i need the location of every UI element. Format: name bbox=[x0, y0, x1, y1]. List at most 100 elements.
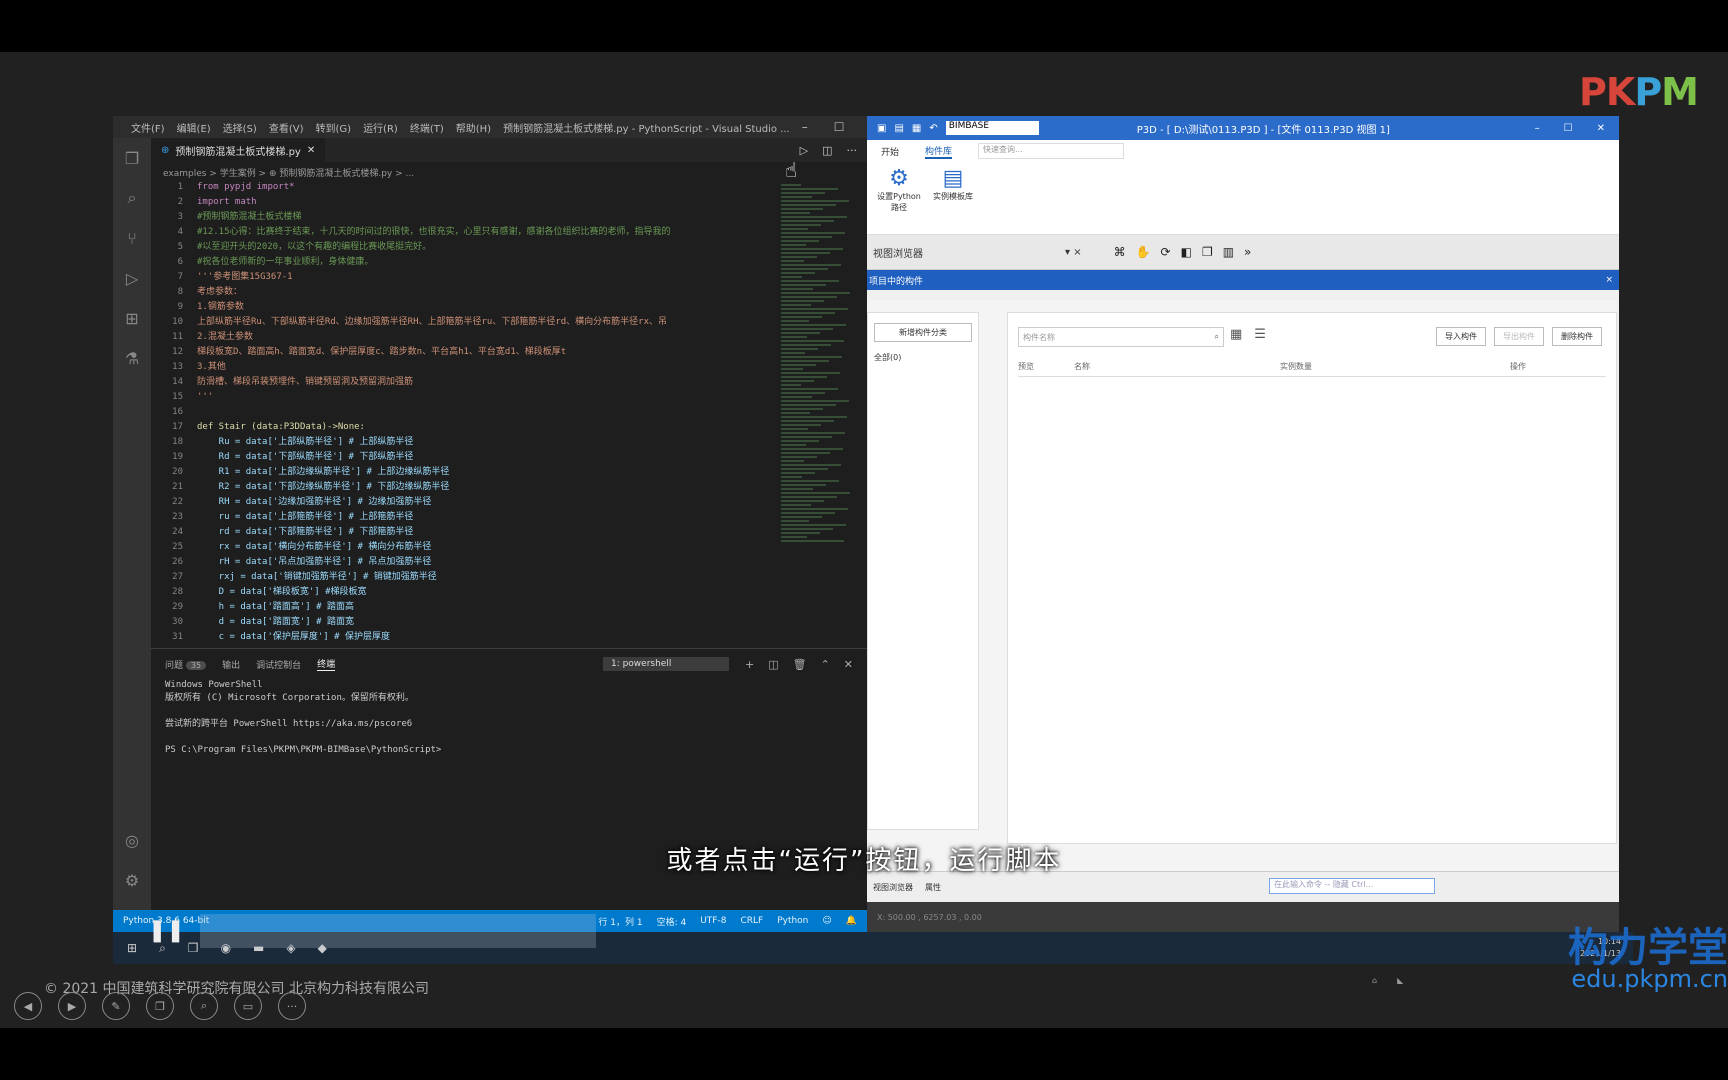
new-file-icon[interactable]: ▣ bbox=[877, 123, 886, 134]
pause-icon[interactable]: ❚❚ bbox=[148, 918, 185, 943]
indent-setting[interactable]: 空格: 4 bbox=[657, 915, 687, 928]
list-view-icon[interactable]: ☰ bbox=[1254, 327, 1266, 342]
run-debug-icon[interactable]: ▷ bbox=[113, 258, 151, 298]
breadcrumb[interactable]: examples > 学生案例 > ⊕ 预制钢筋混凝土板式楼梯.py > ... bbox=[163, 166, 414, 179]
quick-search-input[interactable]: 快速查询... bbox=[978, 143, 1125, 159]
trash-icon[interactable]: 🗑 bbox=[793, 658, 807, 671]
windows-start-icon[interactable]: ⊞ bbox=[127, 941, 137, 955]
code-line[interactable]: 18 Ru = data['上部纵筋半径'] # 上部纵筋半径 bbox=[151, 435, 745, 450]
explorer-icon[interactable]: ❐ bbox=[113, 138, 151, 178]
previous-icon[interactable]: ◀ bbox=[14, 992, 42, 1020]
copy-view-icon[interactable]: ❐ bbox=[1202, 245, 1213, 259]
line-ending[interactable]: CRLF bbox=[740, 916, 763, 926]
new-category-button[interactable]: 新增构件分类 bbox=[874, 323, 972, 342]
run-button[interactable]: ▷ bbox=[800, 144, 808, 157]
tab-output[interactable]: 输出 bbox=[222, 658, 240, 671]
menu-terminal[interactable]: 终端(T) bbox=[410, 120, 444, 135]
code-line[interactable]: 15 ''' bbox=[151, 390, 745, 405]
testing-icon[interactable]: ⚗ bbox=[113, 338, 151, 378]
code-line[interactable]: 23 ru = data['上部箍筋半径'] # 上部箍筋半径 bbox=[151, 510, 745, 525]
template-library-button[interactable]: ▤ 实例模板库 bbox=[931, 166, 975, 230]
code-line[interactable]: 12 梯段板宽D、踏面高h、踏面宽d、保护层厚度c、踏步数n、平台高h1、平台宽d… bbox=[151, 345, 745, 360]
code-line[interactable]: 14 防滑槽、梯段吊装预埋件、销键预留洞及预留洞加强筋 bbox=[151, 375, 745, 390]
all-categories-item[interactable]: 全部(0) bbox=[868, 352, 978, 363]
code-line[interactable]: 25 rx = data['横向分布筋半径'] # 横向分布筋半径 bbox=[151, 540, 745, 555]
code-line[interactable]: 7 '''参考图集15G367-1 bbox=[151, 270, 745, 285]
select-tool-icon[interactable]: ⌘ bbox=[1114, 245, 1126, 259]
component-search-input[interactable]: 构件名称 ⌕ bbox=[1018, 327, 1224, 347]
more-actions-icon[interactable]: ··· bbox=[847, 144, 858, 157]
menu-run[interactable]: 运行(R) bbox=[363, 120, 398, 135]
rotate-tool-icon[interactable]: ⟳ bbox=[1161, 245, 1171, 259]
command-input[interactable]: 在此输入命令 -- 隐藏 Ctrl... bbox=[1269, 878, 1435, 894]
code-line[interactable]: 19 Rd = data['下部纵筋半径'] # 下部纵筋半径 bbox=[151, 450, 745, 465]
bell-icon[interactable]: 🔔 bbox=[846, 916, 867, 926]
code-line[interactable]: 20 R1 = data['上部边缘纵筋半径'] # 上部边缘纵筋半径 bbox=[151, 465, 745, 480]
split-editor-icon[interactable]: ◫ bbox=[822, 144, 832, 157]
export-component-button[interactable]: 导出构件 bbox=[1494, 327, 1544, 346]
source-control-icon[interactable]: ⑂ bbox=[113, 218, 151, 258]
tab-debug-console[interactable]: 调试控制台 bbox=[256, 658, 301, 671]
tab-start[interactable]: 开始 bbox=[881, 145, 899, 158]
code-line[interactable]: 28 D = data['梯段板宽'] #梯段板宽 bbox=[151, 585, 745, 600]
app-dropdown[interactable]: BIMBASE bbox=[945, 121, 1039, 135]
layer-view-icon[interactable]: ▥ bbox=[1223, 245, 1234, 259]
delete-component-button[interactable]: 删除构件 bbox=[1552, 327, 1602, 346]
cursor-position[interactable]: 行 1，列 1 bbox=[598, 915, 642, 928]
code-line[interactable]: 10 上部纵筋半径Ru、下部纵筋半径Rd、边缘加强筋半径RH、上部箍筋半径ru、下… bbox=[151, 315, 745, 330]
maximize-icon[interactable]: ☐ bbox=[1564, 123, 1573, 134]
code-line[interactable]: 2 import math bbox=[151, 195, 745, 210]
save-icon[interactable]: ▦ bbox=[912, 123, 921, 134]
task-view-icon[interactable]: ❒ bbox=[188, 941, 199, 955]
extensions-icon[interactable]: ⊞ bbox=[113, 298, 151, 338]
menu-goto[interactable]: 转到(G) bbox=[316, 120, 352, 135]
copy-icon[interactable]: ❐ bbox=[146, 992, 174, 1020]
tab-properties[interactable]: 属性 bbox=[925, 882, 941, 893]
chevron-down-icon[interactable]: ▾ × bbox=[1065, 247, 1082, 258]
chevron-up-icon[interactable]: ⌃ bbox=[821, 658, 830, 671]
code-line[interactable]: 5 #以至迎开头的2020，以这个有趣的编程比赛收尾挺完好。 bbox=[151, 240, 745, 255]
grid-view-icon[interactable]: ▦ bbox=[1230, 327, 1242, 342]
zoom-icon[interactable]: ⌕ bbox=[190, 992, 218, 1020]
minimize-icon[interactable]: – bbox=[1535, 123, 1540, 134]
menu-help[interactable]: 帮助(H) bbox=[456, 120, 491, 135]
code-line[interactable]: 24 rd = data['下部箍筋半径'] # 下部箍筋半径 bbox=[151, 525, 745, 540]
code-editor[interactable]: 1 from pypjd import* 2 import math 3 #预制钢筋混凝土… bbox=[151, 180, 745, 640]
tab-problems[interactable]: 问题 35 bbox=[165, 658, 207, 671]
code-line[interactable]: 30 d = data['踏面宽'] # 踏面宽 bbox=[151, 615, 745, 630]
code-line[interactable]: 26 rH = data['吊点加强筋半径'] # 吊点加强筋半径 bbox=[151, 555, 745, 570]
language-mode[interactable]: Python bbox=[777, 916, 808, 926]
tab-close-icon[interactable]: ✕ bbox=[307, 145, 315, 156]
search-icon[interactable]: ⌕ bbox=[1215, 332, 1223, 342]
menu-selection[interactable]: 选择(S) bbox=[223, 120, 257, 135]
code-line[interactable]: 31 c = data['保护层厚度'] # 保护层厚度 bbox=[151, 630, 745, 640]
code-line[interactable]: 11 2.混凝土参数 bbox=[151, 330, 745, 345]
code-line[interactable]: 9 1.钢筋参数 bbox=[151, 300, 745, 315]
feedback-icon[interactable]: ☺ bbox=[822, 916, 831, 926]
close-icon[interactable]: ✕ bbox=[1597, 123, 1605, 134]
pen-icon[interactable]: ✎ bbox=[102, 992, 130, 1020]
tab-view-browser[interactable]: 视图浏览器 bbox=[873, 882, 913, 893]
close-panel-icon[interactable]: ✕ bbox=[844, 658, 853, 671]
terminal-output[interactable]: Windows PowerShell 版权所有 (C) Microsoft Cor… bbox=[151, 679, 867, 757]
play-icon[interactable]: ▶ bbox=[58, 992, 86, 1020]
menu-view[interactable]: 查看(V) bbox=[269, 120, 304, 135]
code-line[interactable]: 27 rxj = data['销键加强筋半径'] # 销键加强筋半径 bbox=[151, 570, 745, 585]
add-terminal-icon[interactable]: + bbox=[745, 658, 754, 671]
code-line[interactable]: 3 #预制钢筋混凝土板式楼梯 bbox=[151, 210, 745, 225]
tab-component-library[interactable]: 构件库 bbox=[925, 144, 953, 159]
expand-toolbar-icon[interactable]: » bbox=[1244, 245, 1251, 259]
code-line[interactable]: 1 from pypjd import* bbox=[151, 180, 745, 195]
code-line[interactable]: 29 h = data['踏面高'] # 踏面高 bbox=[151, 600, 745, 615]
code-line[interactable]: 6 #祝各位老师新的一年事业顺利，身体健康。 bbox=[151, 255, 745, 270]
import-component-button[interactable]: 导入构件 bbox=[1436, 327, 1486, 346]
code-line[interactable]: 16 bbox=[151, 405, 745, 420]
set-python-path-button[interactable]: ⚙ 设置Python路径 bbox=[877, 166, 921, 230]
box-view-icon[interactable]: ◧ bbox=[1181, 245, 1192, 259]
code-line[interactable]: 4 #12.15心得：比赛终于结束，十几天的时间过的很快，也很充实，心里只有感谢，… bbox=[151, 225, 745, 240]
subtitle-icon[interactable]: ▭ bbox=[234, 992, 262, 1020]
maximize-icon[interactable]: ☐ bbox=[834, 120, 845, 134]
menu-file[interactable]: 文件(F) bbox=[131, 120, 165, 135]
split-terminal-icon[interactable]: ◫ bbox=[768, 658, 778, 671]
code-line[interactable]: 21 R2 = data['下部边缘纵筋半径'] # 下部边缘纵筋半径 bbox=[151, 480, 745, 495]
